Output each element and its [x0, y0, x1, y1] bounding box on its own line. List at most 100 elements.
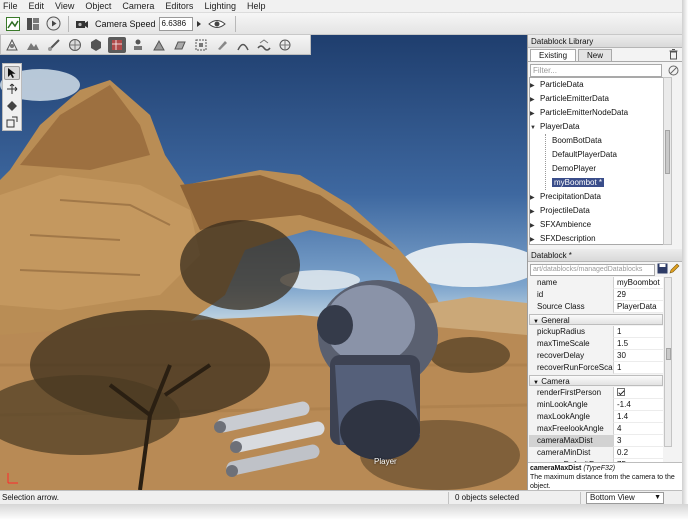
- decal-icon[interactable]: [171, 37, 189, 53]
- tree-item[interactable]: DemoPlayer: [530, 162, 669, 176]
- tree-item[interactable]: ▶ PrecipitationData: [530, 190, 669, 204]
- section-general[interactable]: ▼ General: [529, 314, 663, 325]
- tree-item-selected[interactable]: myBoombot *: [530, 176, 669, 190]
- river-icon[interactable]: [255, 37, 273, 53]
- translate-icon[interactable]: [4, 82, 20, 96]
- property-grid: name myBoombot id 29 Source Class PlayerDat…: [529, 277, 663, 471]
- lighting-icon[interactable]: [150, 37, 168, 53]
- status-bar: Selection arrow. 0 objects selected Bott…: [0, 490, 682, 504]
- datablock-properties-panel: Datablock * art/datablocks/managedDatabl…: [527, 249, 683, 490]
- menu-bar: File Edit View Object Camera Editors Lig…: [0, 0, 682, 13]
- spawn-icon[interactable]: [129, 37, 147, 53]
- expand-arrow-icon[interactable]: ▶: [530, 233, 540, 244]
- expand-arrow-icon[interactable]: ▶: [530, 205, 540, 219]
- edit-pencil-icon[interactable]: [669, 263, 680, 276]
- panels-icon[interactable]: [24, 15, 42, 33]
- library-filter-input[interactable]: Filter...: [530, 64, 662, 77]
- menu-camera[interactable]: Camera: [122, 1, 154, 11]
- collapse-arrow-icon[interactable]: ▼: [530, 121, 540, 135]
- trash-icon[interactable]: [669, 49, 678, 62]
- brush-icon[interactable]: [213, 37, 231, 53]
- camera-speed-field[interactable]: 6.6386: [158, 16, 193, 31]
- tree-item[interactable]: ▶ ParticleEmitterNodeData: [530, 106, 669, 120]
- view-select[interactable]: Bottom View ▼: [586, 492, 664, 504]
- prop-row-camera-min-dist[interactable]: cameraMinDist 0.2: [529, 447, 663, 459]
- prop-row-recover-delay[interactable]: recoverDelay 30: [529, 350, 663, 362]
- help-property-type: (TypeF32): [583, 465, 616, 472]
- save-icon[interactable]: [657, 263, 668, 276]
- menu-lighting[interactable]: Lighting: [204, 1, 236, 11]
- road-icon[interactable]: [234, 37, 252, 53]
- library-scrollbar[interactable]: [663, 77, 672, 245]
- tree-item[interactable]: ▶ ProjectileData: [530, 204, 669, 218]
- paint-icon[interactable]: [45, 37, 63, 53]
- play-icon[interactable]: [44, 15, 62, 33]
- properties-scrollbar-thumb[interactable]: [666, 348, 671, 360]
- menu-help[interactable]: Help: [247, 1, 266, 11]
- expand-arrow-icon[interactable]: ▶: [530, 219, 540, 233]
- prop-row-source-class[interactable]: Source Class PlayerData: [529, 301, 663, 313]
- scale-icon[interactable]: [4, 115, 20, 129]
- scene-render: [0, 69, 527, 490]
- menu-file[interactable]: File: [3, 1, 18, 11]
- tab-new[interactable]: New: [578, 49, 613, 61]
- select-arrow-icon[interactable]: [4, 66, 20, 81]
- tree-item[interactable]: ▼ PlayerData: [530, 120, 669, 134]
- menu-view[interactable]: View: [55, 1, 74, 11]
- prop-row-max-freelook-angle[interactable]: maxFreelookAngle 4: [529, 423, 663, 435]
- object-toolbar: [0, 35, 311, 55]
- properties-scrollbar[interactable]: [664, 277, 672, 447]
- collapse-arrow-icon: ▼: [533, 380, 539, 386]
- tree-item[interactable]: BoomBotData: [530, 134, 669, 148]
- expand-arrow-icon[interactable]: ▶: [530, 79, 540, 93]
- toolbar-separator: [68, 15, 69, 32]
- menu-edit[interactable]: Edit: [29, 1, 45, 11]
- tree-item[interactable]: ▶ ParticleEmitterData: [530, 92, 669, 106]
- prop-row-camera-max-dist[interactable]: cameraMaxDist 3: [529, 435, 663, 447]
- prop-row-render-first-person[interactable]: renderFirstPerson: [529, 387, 663, 399]
- render-first-person-checkbox[interactable]: [617, 388, 625, 396]
- section-camera[interactable]: ▼ Camera: [529, 375, 663, 386]
- window-shadow: [682, 0, 688, 510]
- camera-speed-label: Camera Speed: [95, 18, 156, 29]
- expand-arrow-icon[interactable]: ▶: [530, 191, 540, 205]
- datablock-path-field[interactable]: art/datablocks/managedDatablocks: [530, 263, 655, 276]
- globe-icon[interactable]: [66, 37, 84, 53]
- shape-icon[interactable]: [87, 37, 105, 53]
- expand-arrow-icon[interactable]: ▶: [530, 93, 540, 107]
- terrain-icon[interactable]: [24, 37, 42, 53]
- tool-palette: [2, 63, 22, 131]
- prop-row-pickup-radius[interactable]: pickupRadius 1: [529, 326, 663, 338]
- navmesh-icon[interactable]: [276, 37, 294, 53]
- datablock-library-title: Datablock Library: [528, 35, 682, 48]
- datablock-tree: ▶ ParticleData ▶ ParticleEmitterData ▶ Part…: [529, 77, 670, 245]
- status-message: Selection arrow.: [2, 493, 59, 502]
- visibility-eye-icon[interactable]: [205, 15, 229, 33]
- selection-box-icon[interactable]: [192, 37, 210, 53]
- tree-item[interactable]: ▶ ParticleData: [530, 78, 669, 92]
- prop-row-min-look-angle[interactable]: minLookAngle -1.4: [529, 399, 663, 411]
- snap-icon[interactable]: [3, 37, 21, 53]
- camera-speed-dropdown-icon[interactable]: [195, 15, 203, 33]
- tree-item[interactable]: DefaultPlayerData: [530, 148, 669, 162]
- library-tabs: Existing New: [528, 48, 682, 62]
- tree-item[interactable]: ▶ SFXAmbience: [530, 218, 669, 232]
- camera-icon[interactable]: [73, 15, 91, 33]
- status-divider: [448, 492, 449, 504]
- prop-row-name[interactable]: name myBoombot: [529, 277, 663, 289]
- terrain-world-icon[interactable]: [4, 15, 22, 33]
- tree-item[interactable]: ▶ SFXDescription: [530, 232, 669, 244]
- rotate-icon[interactable]: [4, 99, 20, 113]
- datablock-path-row: art/datablocks/managedDatablocks: [528, 262, 682, 277]
- prop-row-max-time-scale[interactable]: maxTimeScale 1.5: [529, 338, 663, 350]
- prop-row-id[interactable]: id 29: [529, 289, 663, 301]
- prop-row-max-look-angle[interactable]: maxLookAngle 1.4: [529, 411, 663, 423]
- menu-object[interactable]: Object: [85, 1, 111, 11]
- scene-viewport[interactable]: [0, 35, 527, 490]
- library-scrollbar-thumb[interactable]: [665, 130, 670, 174]
- material-icon[interactable]: [108, 36, 126, 53]
- menu-editors[interactable]: Editors: [165, 1, 193, 11]
- prop-row-recover-run-force-scale[interactable]: recoverRunForceScale 1: [529, 362, 663, 374]
- tab-existing[interactable]: Existing: [530, 49, 577, 61]
- expand-arrow-icon[interactable]: ▶: [530, 107, 540, 121]
